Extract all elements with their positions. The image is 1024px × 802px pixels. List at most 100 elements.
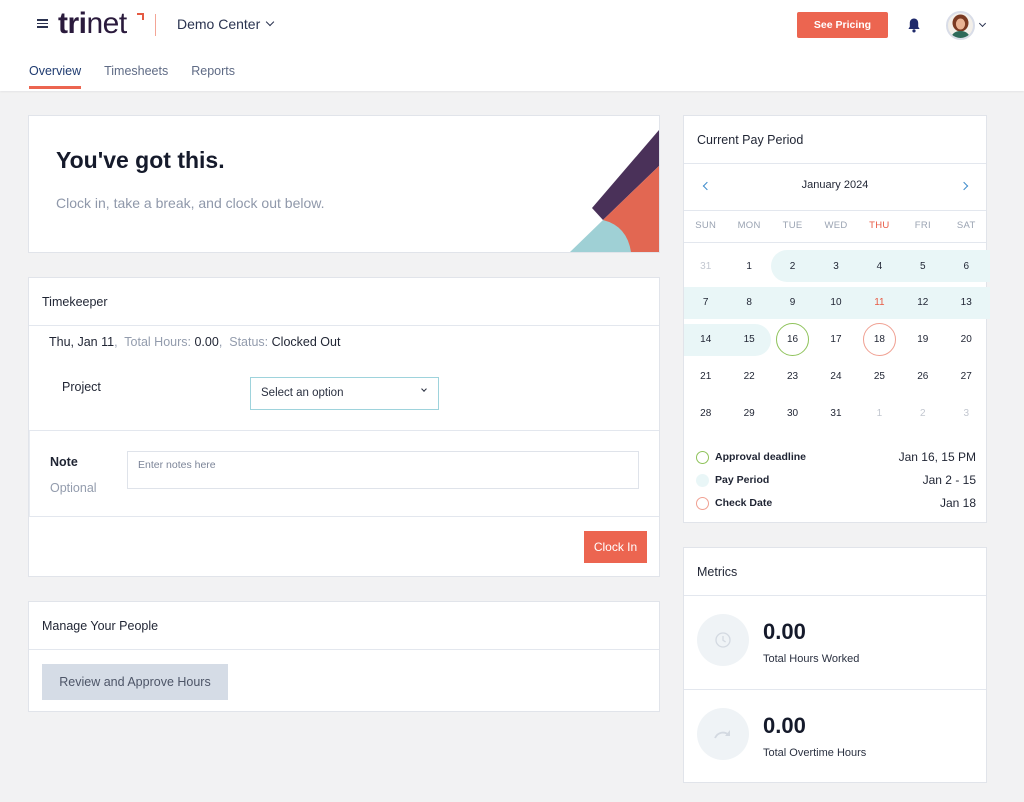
calendar-day-6[interactable]: 6 xyxy=(945,250,988,282)
welcome-card: You've got this. Clock in, take a break,… xyxy=(28,115,660,253)
metrics-card: Metrics 0.00 Total Hours Worked 0.00 Tot… xyxy=(683,547,987,783)
teal-dot-icon xyxy=(696,473,709,487)
tab-timesheets[interactable]: Timesheets xyxy=(104,64,168,90)
calendar-day-24[interactable]: 24 xyxy=(814,360,857,392)
calendar-day-7[interactable]: 7 xyxy=(684,287,727,319)
workspace-name: Demo Center xyxy=(177,16,261,32)
weekday-fri: FRI xyxy=(914,220,931,231)
calendar-day-5[interactable]: 5 xyxy=(901,250,944,282)
weekday-wed: WED xyxy=(824,220,848,231)
weekday-mon: MON xyxy=(737,220,761,231)
clock-in-button[interactable]: Clock In xyxy=(584,531,647,563)
calendar-day-2[interactable]: 2 xyxy=(771,250,814,282)
status-value: Clocked Out xyxy=(271,335,341,349)
metrics-title: Metrics xyxy=(697,565,738,579)
avatar-photo xyxy=(951,14,970,38)
pay-period-card: Current Pay Period January 2024 SUN MON TU… xyxy=(683,115,990,523)
calendar-day-11[interactable]: 11 xyxy=(858,287,901,319)
calendar-day-28[interactable]: 28 xyxy=(684,397,727,429)
project-label: Project xyxy=(62,380,101,394)
calendar-day-13[interactable]: 13 xyxy=(945,287,988,319)
calendar-day-14[interactable]: 14 xyxy=(684,324,727,356)
calendar-day-outside-month[interactable]: 2 xyxy=(901,397,944,429)
weekday-thu: THU xyxy=(869,220,890,231)
note-label: Note xyxy=(50,455,78,469)
chevron-down-icon xyxy=(421,386,427,392)
project-select-value: Select an option xyxy=(261,387,344,399)
divider xyxy=(684,210,986,211)
green-ring-icon xyxy=(696,450,709,464)
calendar-day-29[interactable]: 29 xyxy=(727,397,770,429)
calendar-day-21[interactable]: 21 xyxy=(684,360,727,392)
calendar-week-row: 21 22 23 24 25 26 27 xyxy=(684,360,988,392)
project-select[interactable]: Select an option xyxy=(250,377,439,410)
calendar-day-10[interactable]: 10 xyxy=(814,287,857,319)
calendar-week-row: 28 29 30 31 1 2 3 xyxy=(684,397,988,429)
avatar-chevron-down-icon[interactable] xyxy=(978,19,987,28)
calendar-week-row: 7 8 9 10 11 12 13 xyxy=(684,287,988,319)
review-approve-hours-button[interactable]: Review and Approve Hours xyxy=(42,664,228,700)
calendar-week-row: 31 1 2 3 4 5 6 xyxy=(684,250,988,282)
calendar-day-18[interactable]: 18 xyxy=(858,323,901,357)
timekeeper-card: Timekeeper Thu, Jan 11, Total Hours: 0.0… xyxy=(28,277,660,577)
calendar-day-30[interactable]: 30 xyxy=(771,397,814,429)
trinet-logo[interactable]: trinet xyxy=(58,6,127,42)
redo-arrow-icon xyxy=(697,708,749,760)
workspace-dropdown[interactable]: Demo Center xyxy=(177,16,275,32)
calendar-day-1[interactable]: 1 xyxy=(727,250,770,282)
calendar-day-25[interactable]: 25 xyxy=(858,360,901,392)
weekday-tue: TUE xyxy=(782,220,803,231)
calendar-day-20[interactable]: 20 xyxy=(945,324,988,356)
calendar-day-31[interactable]: 31 xyxy=(814,397,857,429)
legend-pay-period: Pay Period Jan 2 - 15 xyxy=(696,473,976,487)
manage-people-title: Manage Your People xyxy=(42,619,159,633)
user-avatar[interactable] xyxy=(946,11,975,40)
divider xyxy=(29,649,659,650)
calendar-day-17[interactable]: 17 xyxy=(814,324,857,356)
calendar-day-outside-month[interactable]: 3 xyxy=(945,397,988,429)
metric-total-hours: 0.00 Total Hours Worked xyxy=(684,595,986,689)
calendar-day-23[interactable]: 23 xyxy=(771,360,814,392)
calendar-day-12[interactable]: 12 xyxy=(901,287,944,319)
tab-overview[interactable]: Overview xyxy=(29,64,82,90)
timekeeper-title: Timekeeper xyxy=(42,295,108,309)
weekday-sat: SAT xyxy=(956,220,976,231)
calendar-day-8[interactable]: 8 xyxy=(727,287,770,319)
top-navbar: trinet Demo Center See Pricing Overview … xyxy=(0,0,1024,91)
timekeeper-status-line: Thu, Jan 11, Total Hours: 0.00, Status: … xyxy=(49,335,341,349)
hero-decoration-graphic xyxy=(570,130,659,252)
weekday-header-row: SUN MON TUE WED THU FRI SAT xyxy=(684,220,988,231)
welcome-title: You've got this. xyxy=(56,147,225,173)
calendar-day-outside-month[interactable]: 31 xyxy=(684,250,727,282)
calendar-day-9[interactable]: 9 xyxy=(771,287,814,319)
see-pricing-button[interactable]: See Pricing xyxy=(797,12,888,38)
pay-period-title: Current Pay Period xyxy=(697,133,804,147)
calendar-day-22[interactable]: 22 xyxy=(727,360,770,392)
current-date: Thu, Jan 11 xyxy=(49,335,115,349)
calendar-day-outside-month[interactable]: 1 xyxy=(858,397,901,429)
header-divider xyxy=(155,14,156,36)
calendar-day-4[interactable]: 4 xyxy=(858,250,901,282)
manage-people-card: Manage Your People Review and Approve Ho… xyxy=(28,601,660,712)
tab-reports[interactable]: Reports xyxy=(191,64,235,90)
calendar-week-row: 14 15 16 17 18 19 20 xyxy=(684,323,988,357)
bell-icon[interactable] xyxy=(907,17,921,33)
note-input[interactable] xyxy=(127,451,639,489)
logo-corner-mark xyxy=(137,13,144,20)
status-label: Status: xyxy=(229,335,269,349)
legend-check-date: Check Date Jan 18 xyxy=(696,496,976,510)
weekday-sun: SUN xyxy=(695,220,717,231)
chevron-down-icon xyxy=(266,17,275,27)
total-hours-value: 0.00 xyxy=(194,335,219,349)
hamburger-menu-icon[interactable] xyxy=(37,17,48,31)
calendar-day-15[interactable]: 15 xyxy=(727,324,770,356)
main-tabs: Overview Timesheets Reports xyxy=(29,64,258,90)
red-ring-icon xyxy=(696,496,709,510)
calendar-day-27[interactable]: 27 xyxy=(945,360,988,392)
calendar-day-19[interactable]: 19 xyxy=(901,324,944,356)
clock-icon xyxy=(697,614,749,666)
calendar-day-26[interactable]: 26 xyxy=(901,360,944,392)
total-hours-worked-label: Total Hours Worked xyxy=(763,653,860,665)
calendar-day-3[interactable]: 3 xyxy=(814,250,857,282)
calendar-day-16[interactable]: 16 xyxy=(771,323,814,357)
